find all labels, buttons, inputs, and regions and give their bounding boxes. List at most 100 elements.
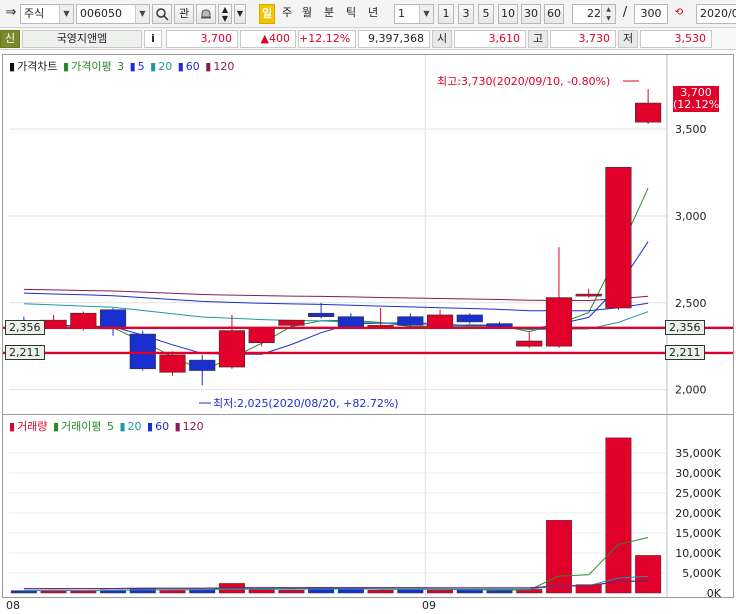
candle-body (337, 316, 364, 328)
hline-tag-left-bottom: 2,211 (5, 344, 45, 360)
volume-bar (605, 437, 632, 594)
search-button[interactable] (152, 4, 172, 24)
total-count-input[interactable]: 300 (634, 4, 668, 24)
volume-tick-label: 30,000K (675, 467, 721, 480)
stepper-icon: ▲ ▼ (601, 5, 615, 23)
candle-body (40, 319, 67, 328)
bell-icon (201, 9, 211, 19)
stock-code-input[interactable]: 006050 ▼ (76, 4, 150, 24)
stock-code-value: 006050 (80, 7, 122, 20)
step-up-down-button[interactable]: ▲ ▼ (218, 4, 232, 24)
interval-30-button[interactable]: 30 (521, 4, 541, 24)
period-menu-button[interactable]: ▼ (234, 4, 246, 24)
candle-body (189, 359, 216, 371)
candle-body (605, 167, 632, 309)
volume-bar (635, 555, 662, 594)
volume-bar (397, 589, 424, 594)
volume-bar (486, 590, 513, 594)
price-tick-2500: 2,500 (675, 297, 707, 310)
volume-bar (337, 588, 364, 594)
link-arrow-icon[interactable]: ⇒ (2, 4, 20, 24)
candle-body (129, 333, 156, 370)
volume-tick-label: 20,000K (675, 507, 721, 520)
candle-body (575, 293, 602, 297)
high-annotation: 최고:3,730(2020/09/10, -0.80%) (437, 75, 610, 88)
price-change: ▲400 (240, 30, 296, 48)
candle-body (545, 297, 573, 347)
interest-button[interactable]: 관 (174, 4, 194, 24)
chevron-down-icon: ▼ (59, 5, 73, 23)
candle-body (70, 312, 97, 328)
volume-tick-label: 10,000K (675, 547, 721, 560)
info-button[interactable]: i (144, 30, 162, 48)
display-count-value: 22 (587, 7, 601, 20)
x-axis-label-08: 08 (6, 599, 20, 612)
price-tick-2000: 2,000 (675, 384, 707, 397)
volume-tick-label: 15,000K (675, 527, 721, 540)
interval-60-button[interactable]: 60 (544, 4, 564, 24)
volume-bar (129, 587, 156, 594)
volume-bar (427, 589, 454, 594)
volume-bar (248, 589, 275, 594)
candle-body (635, 102, 662, 123)
candle-body (516, 340, 543, 347)
reset-icon[interactable]: ⟲ (670, 4, 688, 24)
interval-1-button[interactable]: 1 (438, 4, 454, 24)
candle-body (248, 328, 275, 344)
volume-chart-pane[interactable]: ▮ 거래량 ▮ 거래이평 5 ▮ 20 ▮ 60 ▮ 120 35,000K 30,000K… (2, 414, 734, 598)
current-price-tag-pct: (12.12%) (673, 98, 724, 111)
count-separator: / (622, 5, 628, 20)
interval-10-button[interactable]: 10 (498, 4, 518, 24)
tab-period-year[interactable]: 년 (365, 4, 381, 24)
low-label: 저 (618, 30, 638, 48)
chevron-down-icon: ▼ (135, 5, 149, 23)
high-price: 3,730 (550, 30, 616, 48)
market-select[interactable]: 주식 ▼ (20, 4, 74, 24)
hline-tag-right-top: 2,356 (665, 319, 705, 335)
volume-plot: 35,000K 30,000K 25,000K 20,000K 15,000K 10,00… (9, 415, 722, 597)
current-price: 3,700 (166, 30, 238, 48)
date-input[interactable]: 2020/0 (696, 4, 736, 24)
volume-tick-label: 0K (707, 587, 722, 597)
search-icon (156, 8, 169, 21)
candle-body (426, 314, 454, 328)
tab-period-tick[interactable]: 틱 (343, 4, 359, 24)
price-tick-3500: 3,500 (675, 123, 707, 136)
high-label: 고 (528, 30, 548, 48)
volume-tick-label: 25,000K (675, 487, 721, 500)
candle-body (486, 323, 513, 328)
low-price: 3,530 (640, 30, 712, 48)
price-chart-pane[interactable]: ▮ 가격차트 ▮ 가격이평 3 ▮ 5 ▮ 20 ▮ 60 ▮ 120 최고:3,730(2… (2, 54, 734, 415)
trade-volume: 9,397,368 (358, 30, 430, 48)
candle-body (99, 309, 127, 330)
tab-period-month[interactable]: 월 (299, 4, 315, 24)
hline-tag-left-top: 2,356 (5, 319, 45, 335)
chart-settings-button[interactable] (196, 4, 216, 24)
interval-3-button[interactable]: 3 (458, 4, 474, 24)
price-change-pct: +12.12% (298, 30, 356, 48)
interval-5-button[interactable]: 5 (478, 4, 494, 24)
volume-tick-label: 5,000K (682, 567, 721, 580)
candle-body (218, 330, 246, 368)
hline-tag-right-bottom: 2,211 (665, 344, 705, 360)
candle-body (308, 312, 335, 317)
volume-tick-label: 35,000K (675, 447, 721, 460)
interval-select-value: 1 (398, 7, 405, 20)
candle-body (456, 314, 483, 323)
chevron-down-icon: ▼ (419, 5, 433, 23)
candle-body (278, 319, 305, 326)
volume-bar (278, 589, 305, 594)
tab-period-week[interactable]: 주 (279, 4, 295, 24)
new-listing-badge: 신 (0, 30, 20, 48)
quote-bar: 신 국영지앤엠 i 3,700 ▲400 +12.12% 9,397,368 시… (0, 28, 736, 50)
tab-period-day[interactable]: 일 (259, 4, 275, 24)
market-select-label: 주식 (24, 7, 45, 20)
volume-bar (367, 589, 394, 594)
open-label: 시 (432, 30, 452, 48)
volume-bar (545, 519, 572, 594)
interval-select[interactable]: 1 ▼ (394, 4, 434, 24)
display-count-input[interactable]: 22 ▲ ▼ (572, 4, 616, 24)
chart-toolbar: ⇒ 주식 ▼ 006050 ▼ 관 ▲ ▼ ▼ 일 주 월 분 틱 년 1 ▼ 1… (0, 0, 736, 28)
tab-period-minute[interactable]: 분 (321, 4, 337, 24)
price-tick-3000: 3,000 (675, 210, 707, 223)
